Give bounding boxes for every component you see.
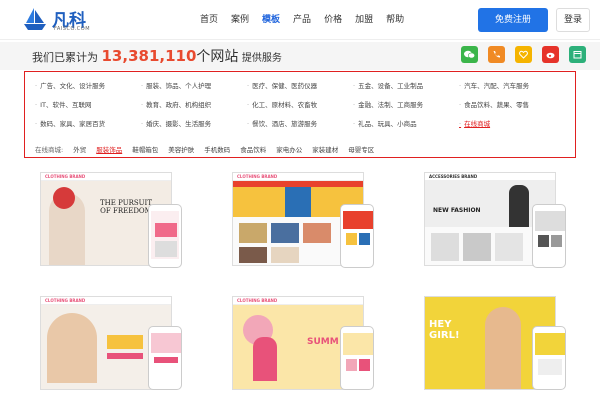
stats-suffix: 个网站 xyxy=(196,49,239,65)
category-item[interactable]: · 广告、文化、设计服务 xyxy=(35,80,141,99)
category-item[interactable]: · 餐饮、酒店、旅游服务 xyxy=(247,118,353,137)
template-card[interactable]: CLOTHING BRAND SUMM xyxy=(232,296,382,406)
category-row: · IT、软件、互联网 · 教育、政府、机构组织 · 化工、原材料、农畜牧 · 金融、法… xyxy=(35,99,565,118)
logo-ship-icon xyxy=(24,8,46,30)
calendar-icon[interactable] xyxy=(569,46,586,63)
tag-item[interactable]: 手机数码 xyxy=(204,144,230,154)
stats-bar: 我们已累计为 13,381,110个网站 提供服务 xyxy=(0,42,600,70)
nav-products[interactable]: 产品 xyxy=(293,12,311,25)
template-brand: ACCESSORIES BRAND xyxy=(425,173,555,181)
tags-label: 在线商城: xyxy=(35,146,64,154)
category-item[interactable]: · 食品饮料、蔬果、零售 xyxy=(459,99,565,118)
template-brand: CLOTHING BRAND xyxy=(233,297,363,305)
nav-templates[interactable]: 模板 xyxy=(262,12,280,25)
template-card[interactable]: HEY GIRL! xyxy=(424,296,574,406)
template-card[interactable]: CLOTHING BRAND xyxy=(40,296,190,406)
category-item[interactable]: · 婚庆、摄影、生活服务 xyxy=(141,118,247,137)
category-filter-box: · 广告、文化、设计服务 · 服装、饰品、个人护理 · 医疗、保健、医药仪器 · 五金、… xyxy=(24,71,576,158)
main-nav: 首页 案例 模板 产品 价格 加盟 帮助 xyxy=(200,12,417,25)
template-brand: CLOTHING BRAND xyxy=(233,173,363,181)
category-item-online-mall[interactable]: · 在线商城 xyxy=(459,118,565,137)
category-item[interactable]: · 服装、饰品、个人护理 xyxy=(141,80,247,99)
category-item[interactable]: · 数码、家具、家居百货 xyxy=(35,118,141,137)
nav-franchise[interactable]: 加盟 xyxy=(355,12,373,25)
login-button[interactable]: 登录 xyxy=(556,8,590,32)
template-card[interactable]: ACCESSORIES BRAND NEW FASHION xyxy=(424,172,574,282)
category-item[interactable]: · 五金、设备、工业制品 xyxy=(353,80,459,99)
category-item[interactable]: · IT、软件、互联网 xyxy=(35,99,141,118)
category-item[interactable]: · 金融、法制、工商服务 xyxy=(353,99,459,118)
template-mobile-preview[interactable] xyxy=(148,204,182,268)
tag-item[interactable]: 食品饮料 xyxy=(240,144,266,154)
template-headline: THE PURSUIT OF FREEDOM xyxy=(100,199,152,215)
category-row: · 数码、家具、家居百货 · 婚庆、摄影、生活服务 · 餐饮、酒店、旅游服务 · 礼品、… xyxy=(35,118,565,137)
stats-count: 13,381,110 xyxy=(101,47,197,65)
tag-item[interactable]: 家电办公 xyxy=(276,144,302,154)
online-mall-tags: 在线商城: 外贸 服装饰品 鞋帽箱包 美容护肤 手机数码 食品饮料 家电办公 家… xyxy=(35,144,384,154)
category-item[interactable]: · 化工、原材料、农畜牧 xyxy=(247,99,353,118)
wechat-icon[interactable] xyxy=(461,46,478,63)
tag-item-active[interactable]: 服装饰品 xyxy=(96,144,122,154)
stats-tail: 提供服务 xyxy=(241,53,282,64)
weibo-icon[interactable] xyxy=(542,46,559,63)
category-item[interactable]: · 礼品、玩具、小商品 xyxy=(353,118,459,137)
register-button[interactable]: 免费注册 xyxy=(478,8,548,32)
template-headline: NEW FASHION xyxy=(433,207,481,214)
social-links xyxy=(461,46,596,63)
template-mobile-preview[interactable] xyxy=(148,326,182,390)
tag-item[interactable]: 家装建材 xyxy=(312,144,338,154)
template-brand: CLOTHING BRAND xyxy=(41,297,171,305)
category-item[interactable]: · 教育、政府、机构组织 xyxy=(141,99,247,118)
logo-subtitle: FAISCO.COM xyxy=(54,26,91,32)
nav-home[interactable]: 首页 xyxy=(200,12,218,25)
template-headline: SUMM xyxy=(307,337,339,347)
nav-cases[interactable]: 案例 xyxy=(231,12,249,25)
template-mobile-preview[interactable] xyxy=(340,326,374,390)
category-row: · 广告、文化、设计服务 · 服装、饰品、个人护理 · 医疗、保健、医药仪器 · 五金、… xyxy=(35,80,565,99)
stats-prefix: 我们已累计为 xyxy=(32,51,98,64)
heart-icon[interactable] xyxy=(515,46,532,63)
tag-item[interactable]: 外贸 xyxy=(73,144,86,154)
template-card[interactable]: CLOTHING BRAND THE PURSUIT OF FREEDOM xyxy=(40,172,190,282)
logo[interactable]: 凡科 FAISCO.COM xyxy=(20,4,110,36)
tag-item[interactable]: 美容护肤 xyxy=(168,144,194,154)
nav-help[interactable]: 帮助 xyxy=(386,12,404,25)
stats-text: 我们已累计为 13,381,110个网站 提供服务 xyxy=(32,46,282,66)
nav-pricing[interactable]: 价格 xyxy=(324,12,342,25)
phone-icon[interactable] xyxy=(488,46,505,63)
category-grid: · 广告、文化、设计服务 · 服装、饰品、个人护理 · 医疗、保健、医药仪器 · 五金、… xyxy=(35,80,565,137)
category-item[interactable]: · 汽车、汽配、汽车服务 xyxy=(459,80,565,99)
category-item[interactable]: · 医疗、保健、医药仪器 xyxy=(247,80,353,99)
template-brand: CLOTHING BRAND xyxy=(41,173,171,181)
template-mobile-preview[interactable] xyxy=(532,204,566,268)
template-headline: HEY GIRL! xyxy=(429,319,460,341)
template-card[interactable]: CLOTHING BRAND xyxy=(232,172,382,282)
template-mobile-preview[interactable] xyxy=(340,204,374,268)
top-navigation-bar: 凡科 FAISCO.COM 首页 案例 模板 产品 价格 加盟 帮助 免费注册 … xyxy=(0,0,600,40)
tag-item[interactable]: 鞋帽箱包 xyxy=(132,144,158,154)
template-mobile-preview[interactable] xyxy=(532,326,566,390)
tag-item[interactable]: 母婴专区 xyxy=(348,144,374,154)
